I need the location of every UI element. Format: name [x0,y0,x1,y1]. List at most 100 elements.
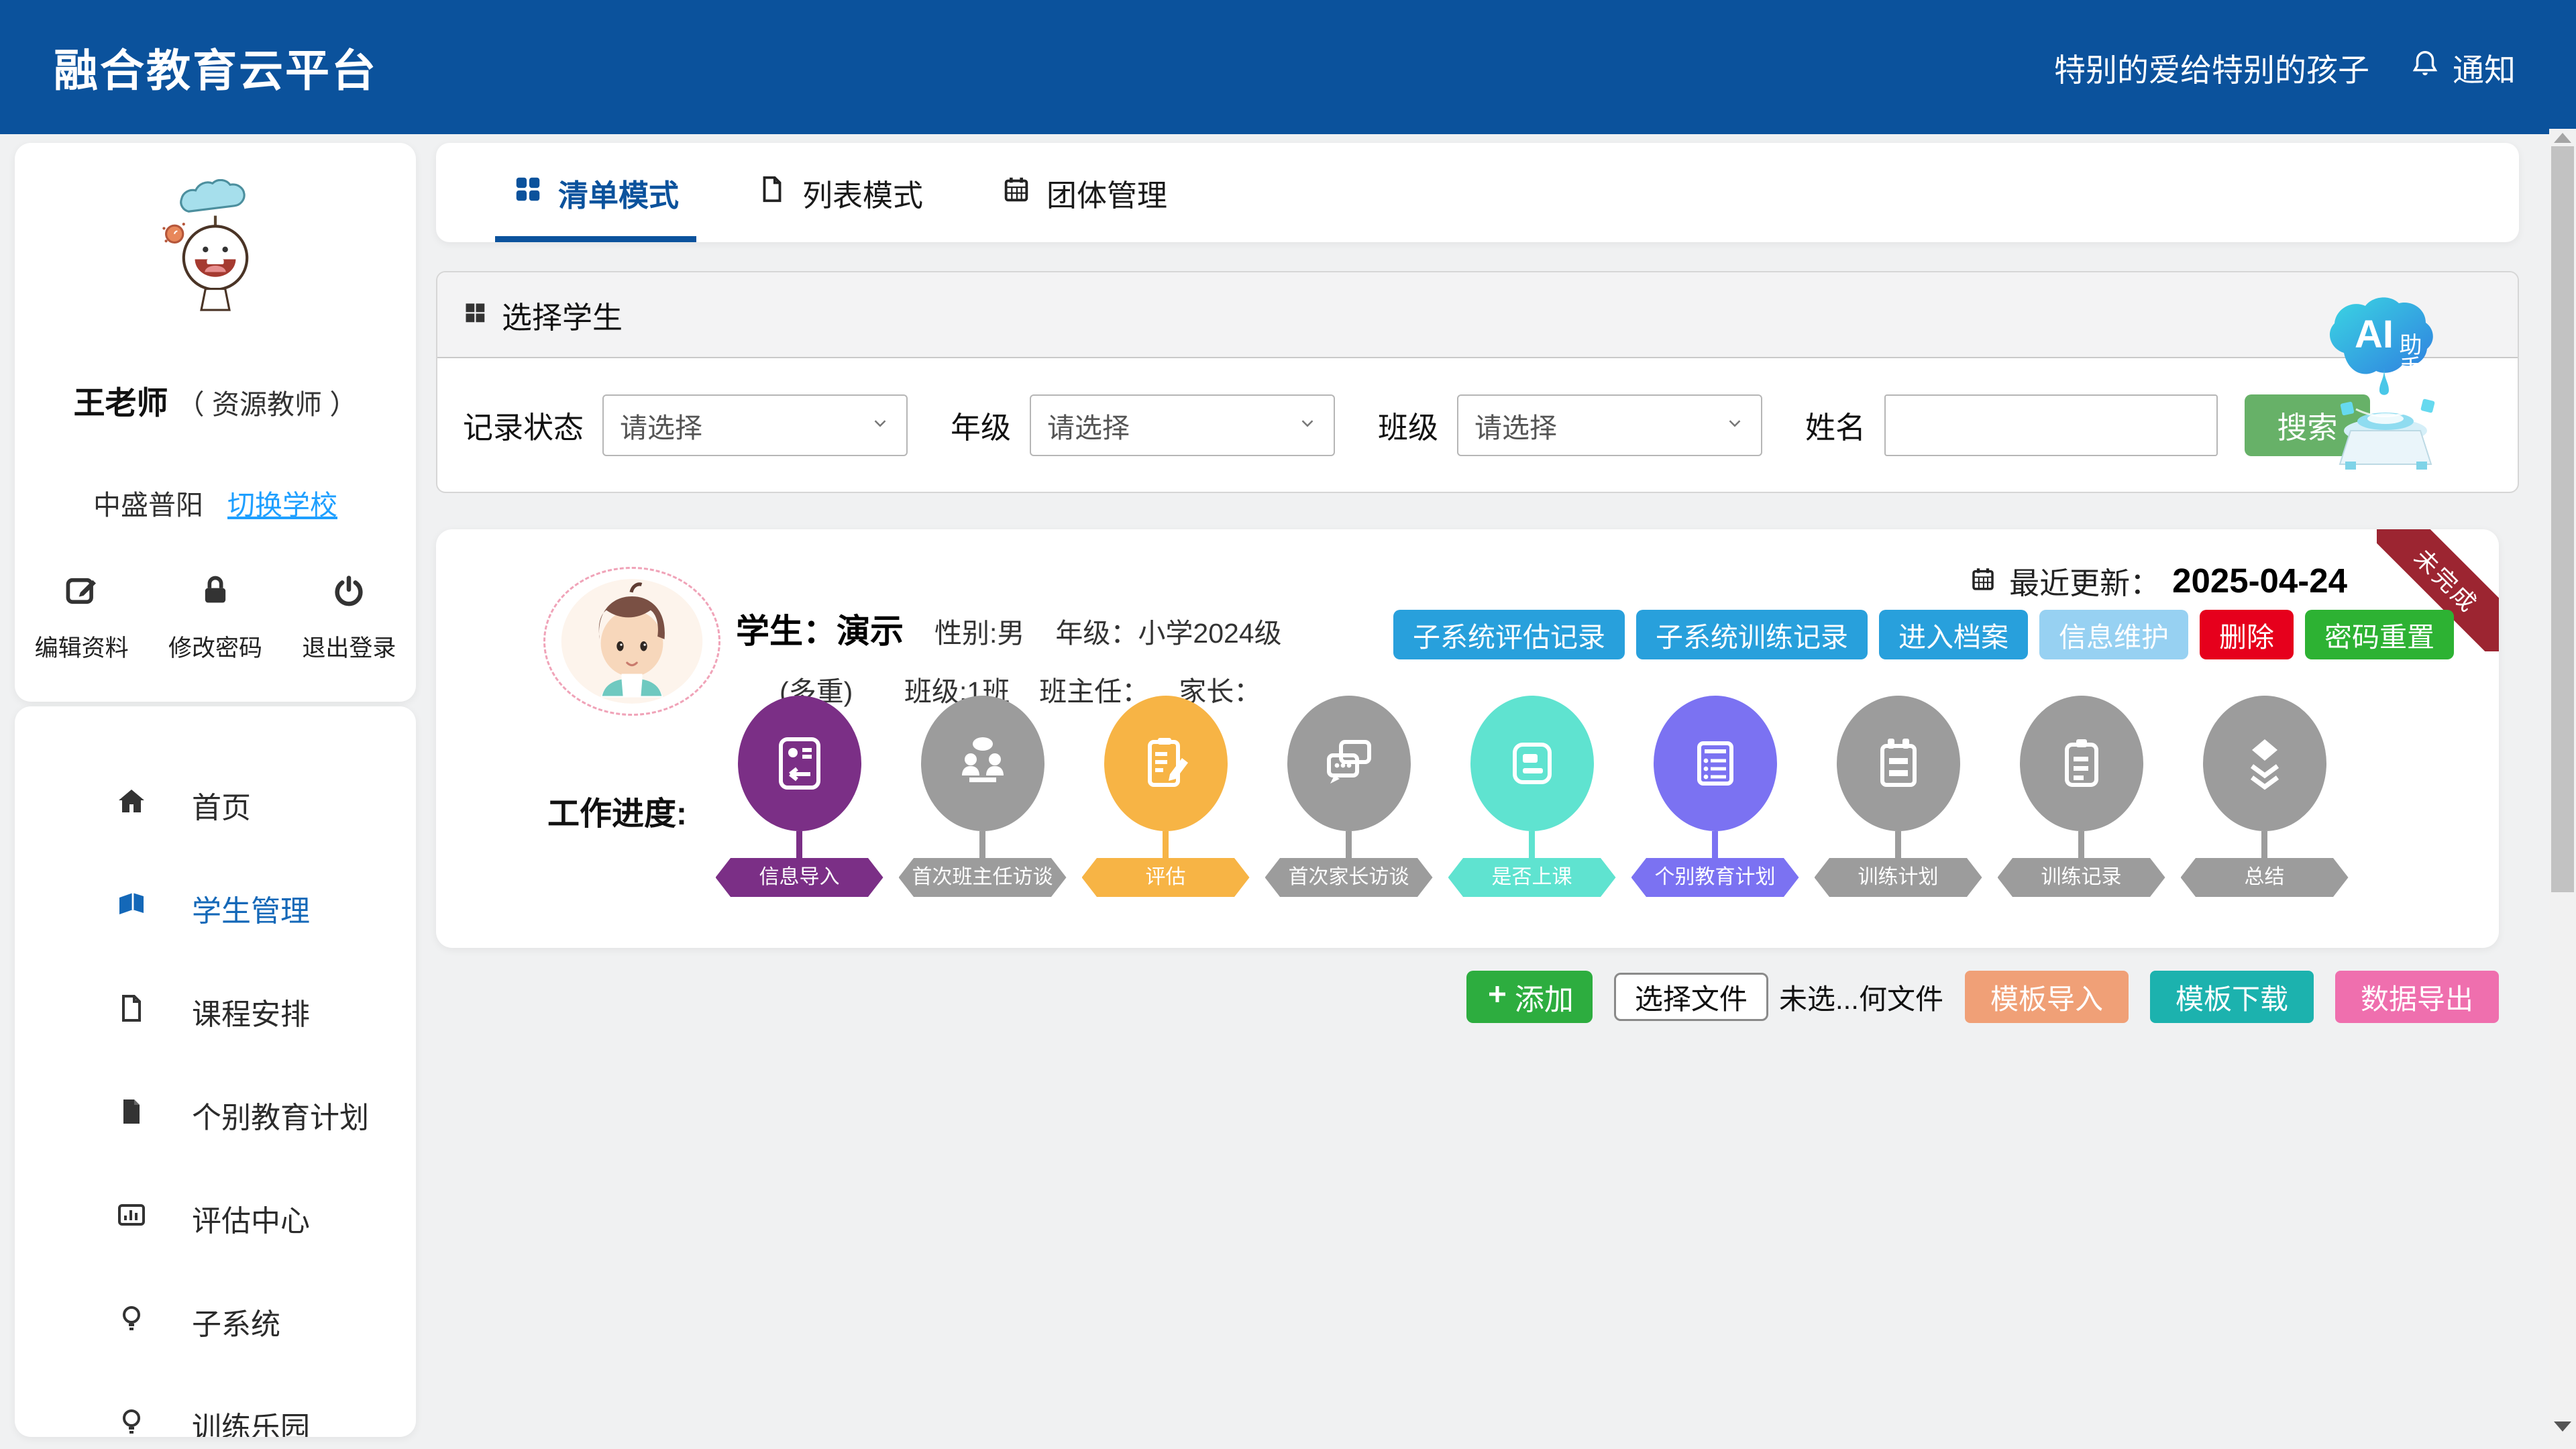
progress-step-label: 首次家长访谈 [1265,858,1433,897]
choose-file-button[interactable]: 选择文件 [1614,973,1768,1021]
school-row: 中盛普阳 切换学校 [15,482,416,523]
scrollbar[interactable] [2549,129,2576,1449]
power-icon [331,600,366,611]
last-update-label: 最近更新： [2009,559,2160,602]
edit-icon [64,600,99,611]
tab-label: 列表模式 [802,171,923,215]
chevron-down-icon [1297,413,1318,437]
file-icon [115,992,148,1032]
teacher-name: 王老师 [74,385,168,421]
chat-bubbles-icon [1287,696,1411,831]
student-grade: 年级：小学2024级 [1055,610,1281,651]
file-status-text: 未选...何文件 [1779,977,1943,1018]
switch-school-link[interactable]: 切换学校 [227,482,337,523]
tab-label: 清单模式 [558,171,679,215]
app-title: 融合教育云平台 [54,35,378,99]
progress-step-label: 个别教育计划 [1631,858,1799,897]
progress-step-label: 是否上课 [1448,858,1616,897]
progress-step-label: 训练记录 [1998,858,2165,897]
profile-actions: 编辑资料 修改密码 退出登录 [15,574,416,663]
student-card: 未完成 最近更新： 2025-04-24 [436,529,2499,948]
sidebar-item-subsystem[interactable]: 子系统 [15,1270,416,1373]
data-export-button[interactable]: 数据导出 [2335,971,2499,1023]
record-status-label: 记录状态 [463,403,584,447]
notice-label: 通知 [2453,44,2516,91]
scrollbar-thumb[interactable] [2551,146,2574,892]
interview-icon [921,696,1044,831]
change-password-button[interactable]: 修改密码 [148,574,282,663]
scroll-down-arrow[interactable] [2554,1421,2571,1432]
name-label: 姓名 [1805,403,1866,447]
student-info-line1: 学生：演示 性别:男 年级：小学2024级 [736,604,1282,653]
subsystem-assessment-records-button[interactable]: 子系统评估记录 [1393,610,1625,659]
progress-step-assessment[interactable]: 评估 [1074,696,1257,897]
class-select[interactable]: 请选择 [1457,394,1762,456]
ai-assistant-widget[interactable]: AI 助手 [2316,288,2460,490]
attendance-card-icon [1470,696,1594,831]
progress-step-label: 训练计划 [1815,858,1982,897]
scroll-up-arrow[interactable] [2554,133,2571,143]
sidebar-menu: 首页 学生管理 课程安排 个别教育计划 评估中心 [15,706,416,1437]
clipboard-pencil-icon [1104,696,1228,831]
class-label: 班级 [1378,403,1438,447]
selected-value: 请选择 [620,405,702,445]
progress-step-training-record[interactable]: 训练记录 [1990,696,2173,897]
sidebar-item-home[interactable]: 首页 [15,753,416,857]
school-name: 中盛普阳 [93,482,203,523]
plus-icon [1485,980,1509,1014]
calendar-icon [1969,565,1997,596]
sidebar-item-iep[interactable]: 个别教育计划 [15,1063,416,1167]
menu-label: 学生管理 [192,887,310,930]
notifications-button[interactable]: 通知 [2410,44,2516,91]
delete-button[interactable]: 删除 [2200,610,2294,659]
info-maintenance-button[interactable]: 信息维护 [2039,610,2188,659]
tab-checklist-mode[interactable]: 清单模式 [513,143,679,242]
chevron-down-icon [870,413,890,437]
calendar-icon [1001,174,1032,212]
slogan-text: 特别的爱给特别的孩子 [2054,44,2369,91]
bottom-action-bar: 添加 选择文件 未选...何文件 模板导入 模板下载 数据导出 [1466,971,2499,1023]
grid-icon [463,297,487,332]
grade-select[interactable]: 请选择 [1030,394,1335,456]
tab-group-management[interactable]: 团体管理 [1001,143,1167,242]
sidebar-item-student-management[interactable]: 学生管理 [15,857,416,960]
work-progress-label: 工作进度: [547,787,687,834]
menu-label: 首页 [192,784,251,826]
password-reset-button[interactable]: 密码重置 [2305,610,2454,659]
edit-profile-button[interactable]: 编辑资料 [15,574,148,663]
student-name: 学生：演示 [736,604,904,653]
notebook-icon [1837,696,1960,831]
progress-step-label: 评估 [1082,858,1250,897]
iep-list-icon [1654,696,1777,831]
enter-archive-button[interactable]: 进入档案 [1879,610,2028,659]
menu-label: 子系统 [192,1300,280,1343]
progress-step-first-parent-interview[interactable]: 首次家长访谈 [1257,696,1440,897]
sidebar-item-course-schedule[interactable]: 课程安排 [15,960,416,1063]
work-progress-row: 信息导入 首次班主任访谈 评估 首 [708,696,2356,897]
progress-step-first-teacher-interview[interactable]: 首次班主任访谈 [891,696,1074,897]
subsystem-training-records-button[interactable]: 子系统训练记录 [1636,610,1868,659]
template-import-button[interactable]: 模板导入 [1965,971,2129,1023]
record-status-select[interactable]: 请选择 [602,394,908,456]
bell-icon [2410,48,2440,87]
logout-button[interactable]: 退出登录 [282,574,416,663]
tab-label: 团体管理 [1046,171,1167,215]
lock-icon [198,600,233,611]
sidebar-item-assessment-center[interactable]: 评估中心 [15,1167,416,1270]
progress-step-iep[interactable]: 个别教育计划 [1623,696,1807,897]
progress-step-attendance[interactable]: 是否上课 [1440,696,1623,897]
lightbulb-icon [115,1302,148,1342]
template-download-button[interactable]: 模板下载 [2150,971,2314,1023]
add-button[interactable]: 添加 [1466,971,1593,1023]
file-filled-icon [115,1095,148,1135]
sidebar-item-training-park[interactable]: 训练乐园 [15,1373,416,1437]
progress-step-label: 总结 [2181,858,2349,897]
name-input[interactable] [1884,394,2218,456]
last-update-date: 2025-04-24 [2172,561,2347,600]
progress-step-info-import[interactable]: 信息导入 [708,696,891,897]
selected-value: 请选择 [1474,405,1557,445]
student-gender: 性别:男 [934,610,1024,651]
progress-step-summary[interactable]: 总结 [2173,696,2356,897]
progress-step-training-plan[interactable]: 训练计划 [1807,696,1990,897]
tab-list-mode[interactable]: 列表模式 [757,143,923,242]
